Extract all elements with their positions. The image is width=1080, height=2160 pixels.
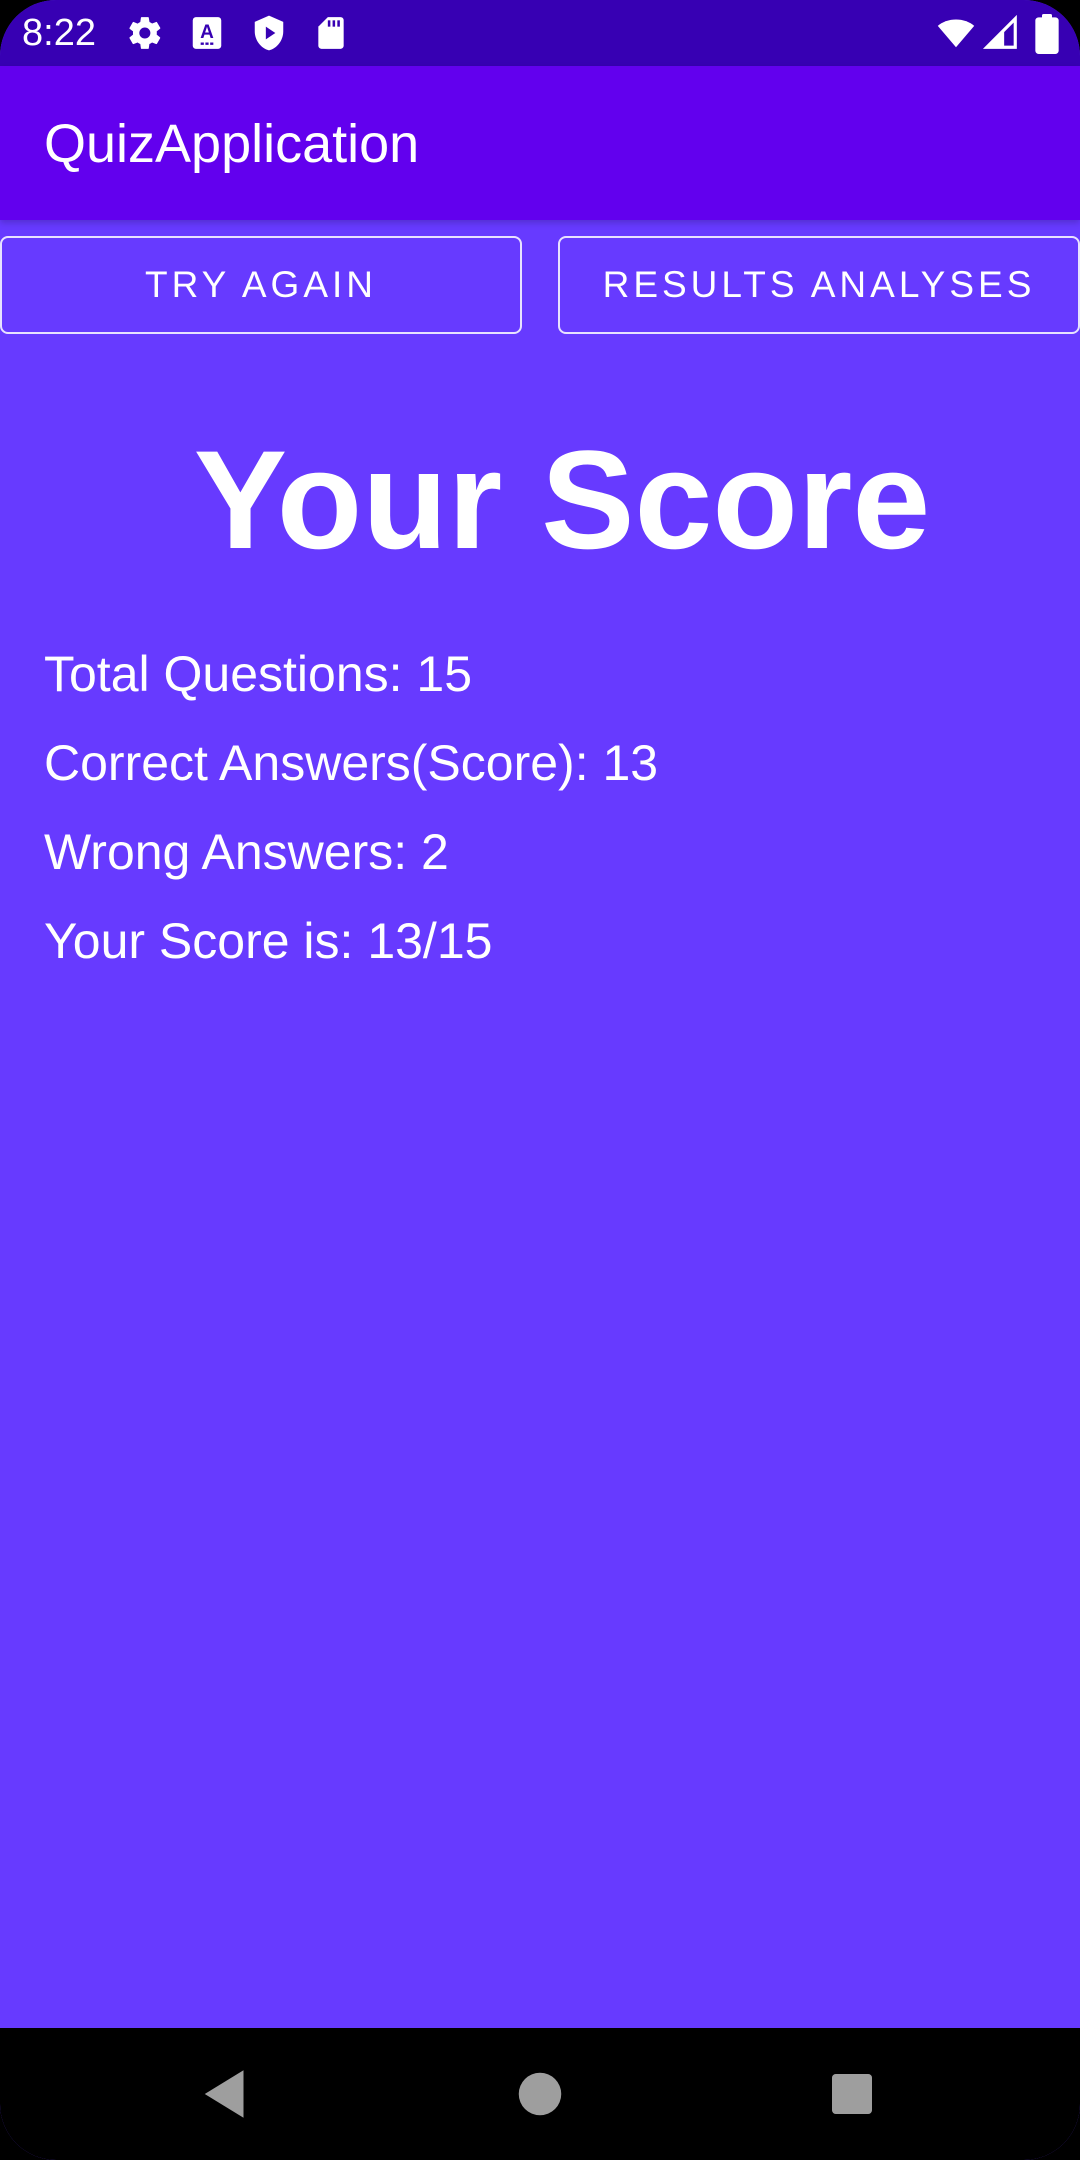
recents-icon[interactable] xyxy=(822,2064,882,2124)
app-bar: QuizApplication xyxy=(0,66,1080,220)
navigation-bar xyxy=(0,2028,1080,2160)
accessibility-a-icon: A xyxy=(188,14,226,52)
shield-play-icon xyxy=(250,14,288,52)
try-again-label: TRY AGAIN xyxy=(144,264,378,305)
score-heading: Your Score xyxy=(193,421,931,578)
score-result-text: Your Score is: 13/15 xyxy=(44,913,493,969)
app-title: QuizApplication xyxy=(44,114,420,174)
results-analyses-label: RESULTS ANALYSES xyxy=(602,264,1036,305)
signal-icon xyxy=(982,14,1020,52)
try-again-button[interactable]: TRY AGAIN xyxy=(0,236,522,334)
correct-answers-text: Correct Answers(Score): 13 xyxy=(44,735,659,791)
sd-card-icon xyxy=(312,14,350,52)
status-bar: 8:22 A xyxy=(0,0,1080,66)
total-questions-text: Total Questions: 15 xyxy=(44,646,473,702)
status-time: 8:22 xyxy=(22,12,96,54)
wifi-icon xyxy=(936,14,975,52)
settings-icon xyxy=(126,14,164,52)
battery-icon xyxy=(1034,14,1060,54)
back-icon[interactable] xyxy=(196,2064,256,2124)
wrong-answers-text: Wrong Answers: 2 xyxy=(44,824,449,880)
screen: 8:22 A QuizApplication TRY AGAIN RESULTS… xyxy=(0,0,1080,2160)
home-icon[interactable] xyxy=(510,2064,570,2124)
svg-text:A: A xyxy=(200,22,214,43)
results-analyses-button[interactable]: RESULTS ANALYSES xyxy=(558,236,1080,334)
